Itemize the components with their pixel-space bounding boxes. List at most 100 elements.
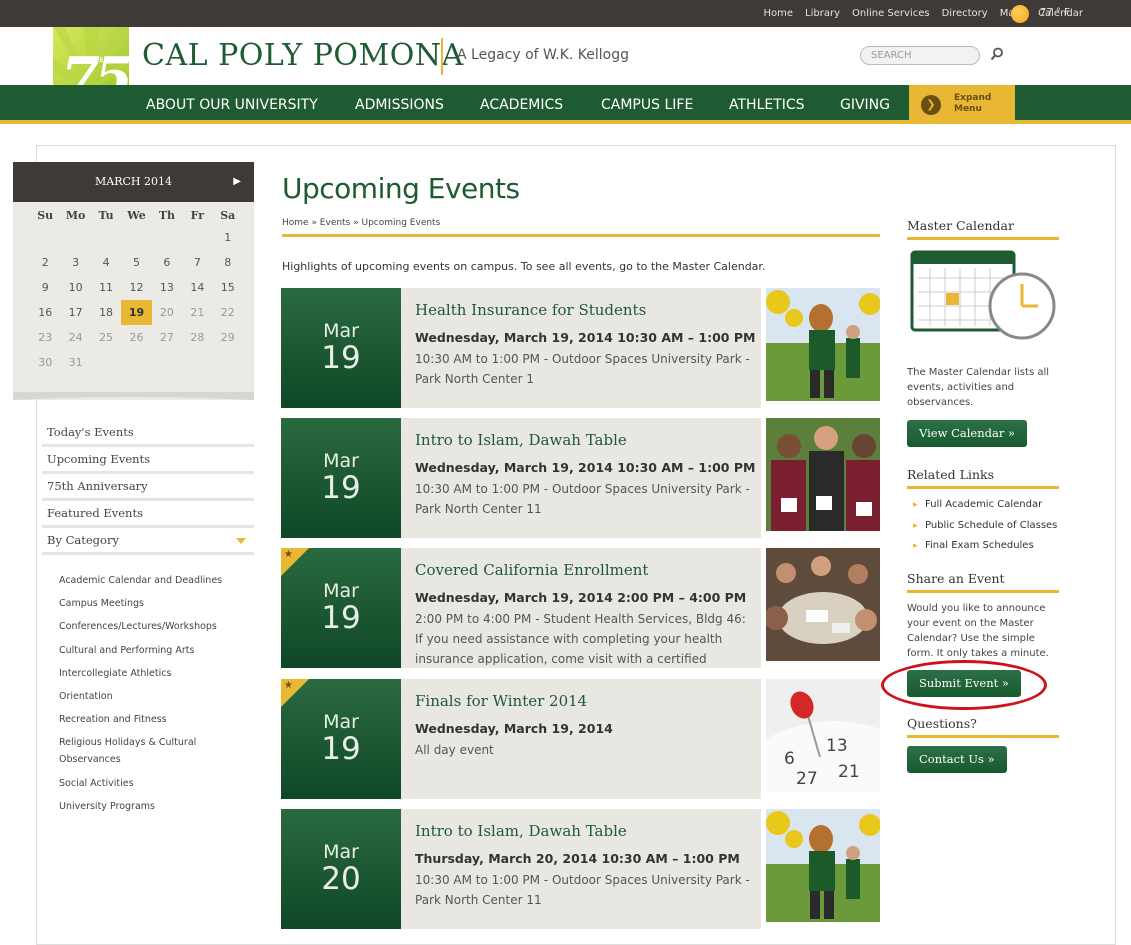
nav-75th-anniversary[interactable]: 75th Anniversary: [42, 474, 254, 501]
calendar-empty-cell: [182, 225, 212, 250]
breadcrumb: Home » Events » Upcoming Events: [282, 218, 441, 228]
event-card[interactable]: Mar 20 Intro to Islam, Dawah Table Thursday…: [281, 809, 761, 929]
calendar-day[interactable]: 19: [121, 300, 152, 325]
calendar-day[interactable]: 15: [213, 275, 243, 300]
calendar-day[interactable]: 10: [60, 275, 90, 300]
svg-text:13: 13: [826, 736, 848, 756]
nav-by-category[interactable]: By Category: [42, 528, 254, 555]
calendar-day[interactable]: 5: [121, 250, 151, 275]
category-cultural-arts[interactable]: Cultural and Performing Arts: [59, 642, 259, 665]
nav-academics[interactable]: ACADEMICS: [480, 97, 563, 113]
view-calendar-button[interactable]: View Calendar »: [907, 420, 1028, 447]
calendar-day[interactable]: 21: [182, 300, 212, 325]
utility-link-home[interactable]: Home: [764, 8, 794, 19]
search-icon[interactable]: [990, 47, 1004, 65]
event-datetime: Wednesday, March 19, 2014 2:00 PM – 4:00…: [415, 590, 747, 605]
category-conferences[interactable]: Conferences/Lectures/Workshops: [59, 618, 259, 641]
nav-featured-events[interactable]: Featured Events: [42, 501, 254, 528]
calendar-empty-cell: [91, 225, 121, 250]
calendar-day[interactable]: 24: [60, 325, 90, 350]
brand-divider: [441, 38, 443, 75]
calendar-clock-icon: [910, 250, 1056, 340]
utility-link-directory[interactable]: Directory: [942, 8, 988, 19]
university-name[interactable]: CAL POLY POMONA: [142, 38, 464, 73]
category-recreation[interactable]: Recreation and Fitness: [59, 711, 259, 734]
utility-link-online-services[interactable]: Online Services: [852, 8, 930, 19]
calendar-day[interactable]: 23: [30, 325, 60, 350]
category-university-programs[interactable]: University Programs: [59, 798, 259, 821]
event-card[interactable]: Mar 19 Intro to Islam, Dawah Table Wednesda…: [281, 418, 761, 538]
event-card[interactable]: Mar 19 ★ Covered California Enrollment Wedne…: [281, 548, 761, 668]
calendar-day[interactable]: 17: [60, 300, 90, 325]
calendar-day[interactable]: 26: [121, 325, 151, 350]
calendar-day[interactable]: 28: [182, 325, 212, 350]
category-campus-meetings[interactable]: Campus Meetings: [59, 595, 259, 618]
event-photo-mascot[interactable]: [766, 288, 880, 401]
event-description: All day event: [415, 743, 494, 757]
calendar-day[interactable]: 20: [152, 300, 182, 325]
tagline: A Legacy of W.K. Kellogg: [457, 47, 630, 63]
calendar-day[interactable]: 29: [213, 325, 243, 350]
calendar-day[interactable]: 12: [121, 275, 151, 300]
nav-giving[interactable]: GIVING: [840, 97, 890, 113]
event-card[interactable]: Mar 19 Health Insurance for Students Wednes…: [281, 288, 761, 408]
event-title[interactable]: Covered California Enrollment: [415, 561, 648, 579]
expand-menu-button[interactable]: ❯ Expand Menu: [909, 85, 1015, 124]
category-athletics[interactable]: Intercollegiate Athletics: [59, 665, 259, 688]
nav-upcoming-events[interactable]: Upcoming Events: [42, 447, 254, 474]
event-photo-meeting[interactable]: [766, 548, 880, 661]
calendar-day[interactable]: 2: [30, 250, 60, 275]
nav-admissions[interactable]: ADMISSIONS: [355, 97, 444, 113]
calendar-day[interactable]: 7: [182, 250, 212, 275]
event-title[interactable]: Intro to Islam, Dawah Table: [415, 431, 627, 449]
link-academic-calendar[interactable]: Full Academic Calendar: [907, 495, 1059, 516]
nav-about[interactable]: ABOUT OUR UNIVERSITY: [146, 97, 318, 113]
calendar-day[interactable]: 16: [30, 300, 60, 325]
next-month-icon[interactable]: ▶: [233, 162, 241, 202]
calendar-empty-cell: [152, 350, 182, 375]
calendar-day[interactable]: 4: [91, 250, 121, 275]
category-orientation[interactable]: Orientation: [59, 688, 259, 711]
calendar-day[interactable]: 14: [182, 275, 212, 300]
calendar-day[interactable]: 18: [91, 300, 121, 325]
contact-us-button[interactable]: Contact Us »: [907, 746, 1007, 773]
calendar-day[interactable]: 1: [213, 225, 243, 250]
utility-link-library[interactable]: Library: [805, 8, 840, 19]
event-title[interactable]: Intro to Islam, Dawah Table: [415, 822, 627, 840]
nav-campus-life[interactable]: CAMPUS LIFE: [601, 97, 693, 113]
svg-text:21: 21: [838, 762, 860, 782]
event-datetime: Wednesday, March 19, 2014 10:30 AM – 1:0…: [415, 330, 756, 345]
calendar-day[interactable]: 11: [91, 275, 121, 300]
calendar-day[interactable]: 3: [60, 250, 90, 275]
event-photo-mascot-2[interactable]: [766, 809, 880, 922]
category-social[interactable]: Social Activities: [59, 775, 259, 798]
calendar-weekday: Su: [37, 209, 54, 222]
calendar-day[interactable]: 13: [152, 275, 182, 300]
calendar-day[interactable]: 27: [152, 325, 182, 350]
event-photo-students[interactable]: [766, 418, 880, 531]
calendar-day[interactable]: 22: [213, 300, 243, 325]
event-photo-calendar-pin[interactable]: 6 13 27 21: [766, 679, 880, 792]
nav-athletics[interactable]: ATHLETICS: [729, 97, 805, 113]
event-card[interactable]: Mar 19 ★ Finals for Winter 2014 Wednesday, M…: [281, 679, 761, 799]
calendar-day[interactable]: 25: [91, 325, 121, 350]
expand-label-2: Menu: [954, 104, 982, 114]
category-academic-calendar[interactable]: Academic Calendar and Deadlines: [59, 572, 259, 595]
svg-text:27: 27: [796, 769, 818, 789]
calendar-day[interactable]: 30: [30, 350, 60, 375]
calendar-day[interactable]: 8: [213, 250, 243, 275]
search-input[interactable]: SEARCH: [860, 46, 980, 65]
nav-todays-events[interactable]: Today's Events: [42, 420, 254, 447]
event-title[interactable]: Health Insurance for Students: [415, 301, 646, 319]
calendar-day[interactable]: 6: [152, 250, 182, 275]
category-list: Academic Calendar and Deadlines Campus M…: [59, 572, 259, 821]
calendar-day[interactable]: 31: [60, 350, 90, 375]
link-schedule-of-classes[interactable]: Public Schedule of Classes: [907, 516, 1059, 537]
calendar-weekday: Tu: [98, 209, 114, 222]
category-religious-holidays[interactable]: Religious Holidays & Cultural: [59, 734, 259, 751]
event-title[interactable]: Finals for Winter 2014: [415, 692, 587, 710]
link-final-exam-schedules[interactable]: Final Exam Schedules: [907, 536, 1059, 557]
category-religious-observances[interactable]: Observances: [59, 751, 259, 775]
share-event-text: Would you like to announce your event on…: [907, 603, 1049, 659]
calendar-day[interactable]: 9: [30, 275, 60, 300]
